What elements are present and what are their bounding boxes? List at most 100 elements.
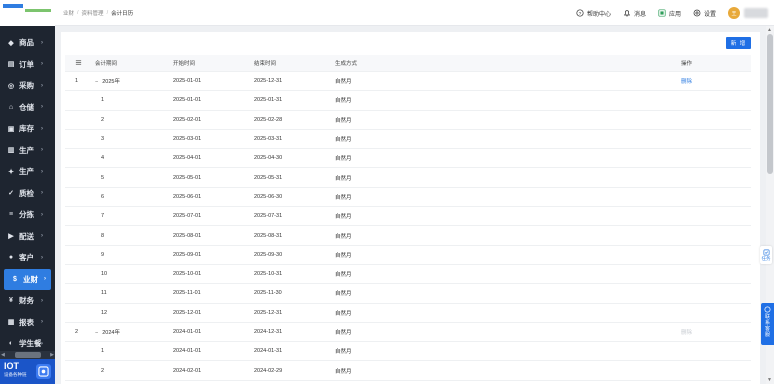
scroll-thumb[interactable] bbox=[767, 34, 773, 174]
sidebar-item-label: 业财 bbox=[23, 274, 38, 284]
money-icon: ¥ bbox=[9, 297, 13, 305]
meal-icon: ◐ bbox=[8, 340, 14, 348]
sidebar-item[interactable]: ▣ 库存 › bbox=[0, 118, 55, 140]
sidebar-item[interactable]: ● 客户 › bbox=[0, 247, 55, 269]
scroll-thumb[interactable] bbox=[14, 352, 41, 358]
user-name-blurred[interactable] bbox=[744, 8, 768, 18]
chevron-right-icon: › bbox=[41, 147, 43, 154]
breadcrumb: 业财 / 资料管理 / 会计日历 bbox=[63, 9, 134, 17]
sidebar-item[interactable]: $ 业财 › bbox=[4, 268, 51, 290]
row-index: 2 bbox=[75, 329, 79, 335]
task-label: 任务 bbox=[761, 255, 771, 261]
bell-icon bbox=[623, 10, 631, 17]
collapse-icon[interactable]: − bbox=[95, 330, 98, 336]
sidebar-item[interactable]: ◎ 采购 › bbox=[0, 75, 55, 97]
mode-cell: 自然月 bbox=[335, 175, 352, 182]
period-label: 1 bbox=[101, 348, 105, 355]
sidebar-item-label: 订单 bbox=[19, 59, 34, 69]
chevron-right-icon: › bbox=[41, 254, 43, 261]
start-date-cell: 2025-12-01 bbox=[173, 309, 202, 316]
end-date-cell: 2025-10-31 bbox=[254, 271, 283, 278]
delete-link[interactable]: 删除 bbox=[681, 330, 692, 336]
table-row: 1 2024-01-01 2024-01-31 自然月 bbox=[65, 342, 751, 362]
sidebar-item[interactable]: ▦ 报表 › bbox=[0, 312, 55, 334]
mode-cell: 自然月 bbox=[335, 272, 352, 279]
mode-cell: 自然月 bbox=[335, 137, 352, 144]
chevron-right-icon: › bbox=[41, 82, 43, 89]
sidebar-item-label: 采购 bbox=[19, 81, 34, 91]
mode-cell: 自然月 bbox=[335, 194, 352, 201]
table-row: 9 2025-09-01 2025-09-30 自然月 bbox=[65, 246, 751, 265]
table-row: 12 2025-12-01 2025-12-31 自然月 bbox=[65, 304, 751, 323]
sidebar-item[interactable]: ▥ 生产 › bbox=[0, 140, 55, 162]
mode-cell: 自然月 bbox=[335, 98, 352, 105]
period-cell: 10 bbox=[92, 271, 173, 277]
sidebar-item-label: 仓储 bbox=[19, 102, 34, 112]
period-cell: 2 bbox=[92, 117, 173, 123]
scroll-down-icon[interactable]: ▼ bbox=[767, 377, 772, 383]
calendar-table: 会计期间 开始时间 结束时间 生成方式 操作 1−2025年 2025-01-01… bbox=[65, 55, 751, 381]
mode-cell: 自然月 bbox=[335, 79, 352, 86]
scroll-left-icon[interactable]: ◀ bbox=[1, 352, 5, 358]
iot-banner[interactable]: IOT 设备各种链 bbox=[0, 359, 55, 384]
sidebar-item[interactable]: ⌂ 仓储 › bbox=[0, 97, 55, 119]
start-date-cell: 2025-01-01 bbox=[173, 78, 202, 85]
task-float-button[interactable]: 任务 bbox=[760, 246, 772, 264]
table-row: 11 2025-11-01 2025-11-30 自然月 bbox=[65, 284, 751, 304]
end-date-cell: 2025-03-31 bbox=[254, 136, 283, 143]
scroll-right-icon[interactable]: ▶ bbox=[50, 352, 54, 358]
end-date-cell: 2025-06-30 bbox=[254, 193, 283, 200]
end-date-cell: 2025-09-30 bbox=[254, 251, 283, 258]
table-row: 10 2025-10-01 2025-10-31 自然月 bbox=[65, 265, 751, 285]
cart-icon: ◎ bbox=[7, 82, 15, 90]
end-date-cell: 2025-01-31 bbox=[254, 97, 283, 104]
collapse-icon[interactable]: − bbox=[95, 79, 98, 85]
top-header: 业财 / 资料管理 / 会计日历 ? 帮助中心 消息 应用 设置 王 bbox=[55, 0, 774, 26]
add-button[interactable]: 新 增 bbox=[726, 37, 751, 49]
period-label: 2 bbox=[101, 116, 105, 123]
messages-button[interactable]: 消息 bbox=[623, 9, 646, 18]
breadcrumb-item[interactable]: 业财 bbox=[63, 9, 74, 17]
contact-service-button[interactable]: 联 系 客 服 bbox=[761, 303, 774, 345]
period-cell: 12 bbox=[92, 310, 173, 316]
sidebar-item[interactable]: ▶ 配送 › bbox=[0, 226, 55, 248]
iot-device-icon bbox=[36, 364, 51, 379]
sidebar-item[interactable]: ≡ 分拣 › bbox=[0, 204, 55, 226]
delete-link[interactable]: 删除 bbox=[681, 79, 692, 85]
period-label: 6 bbox=[101, 193, 105, 200]
task-icon bbox=[763, 249, 769, 255]
col-period: 会计期间 bbox=[95, 61, 118, 67]
breadcrumb-item[interactable]: 资料管理 bbox=[82, 9, 104, 17]
settings-label: 设置 bbox=[703, 11, 716, 18]
help-center-button[interactable]: ? 帮助中心 bbox=[576, 9, 611, 18]
end-date-cell: 2025-02-28 bbox=[254, 116, 283, 123]
scroll-up-icon[interactable]: ▲ bbox=[767, 27, 772, 33]
period-label: 5 bbox=[101, 174, 105, 181]
chevron-right-icon: › bbox=[41, 211, 43, 218]
apps-button[interactable]: 应用 bbox=[658, 9, 681, 18]
sidebar-item[interactable]: ▤ 订单 › bbox=[0, 54, 55, 76]
sidebar-item-label: 生产 bbox=[19, 167, 34, 177]
apps-icon bbox=[658, 9, 666, 17]
table-row: 2 2024-02-01 2024-02-29 自然月 bbox=[65, 361, 751, 381]
sidebar-item-label: 配送 bbox=[19, 231, 34, 241]
sidebar-item[interactable]: ✦ 生产 › bbox=[0, 161, 55, 183]
mode-cell: 自然月 bbox=[335, 233, 352, 240]
action-cell: 删除 bbox=[681, 77, 751, 85]
settings-button[interactable]: 设置 bbox=[693, 9, 716, 18]
sidebar-item-label: 库存 bbox=[19, 124, 34, 134]
sidebar-item[interactable]: ¥ 财务 › bbox=[0, 290, 55, 312]
avatar[interactable]: 王 bbox=[728, 7, 740, 19]
column-settings-icon[interactable] bbox=[65, 59, 92, 68]
sidebar-item[interactable]: ◆ 商品 › bbox=[0, 32, 55, 54]
sidebar-item[interactable]: ✓ 质检 › bbox=[0, 183, 55, 205]
start-date-cell: 2024-01-01 bbox=[173, 348, 202, 355]
file-icon: ▤ bbox=[7, 61, 15, 69]
chevron-right-icon: › bbox=[44, 276, 46, 283]
sidebar-scrollbar[interactable]: ◀ ▶ bbox=[0, 351, 55, 359]
chevron-right-icon: › bbox=[41, 61, 43, 68]
user-icon: ● bbox=[8, 254, 14, 262]
mode-cell: 自然月 bbox=[335, 291, 352, 298]
svg-text:?: ? bbox=[579, 11, 582, 17]
period-label: 10 bbox=[101, 271, 108, 278]
